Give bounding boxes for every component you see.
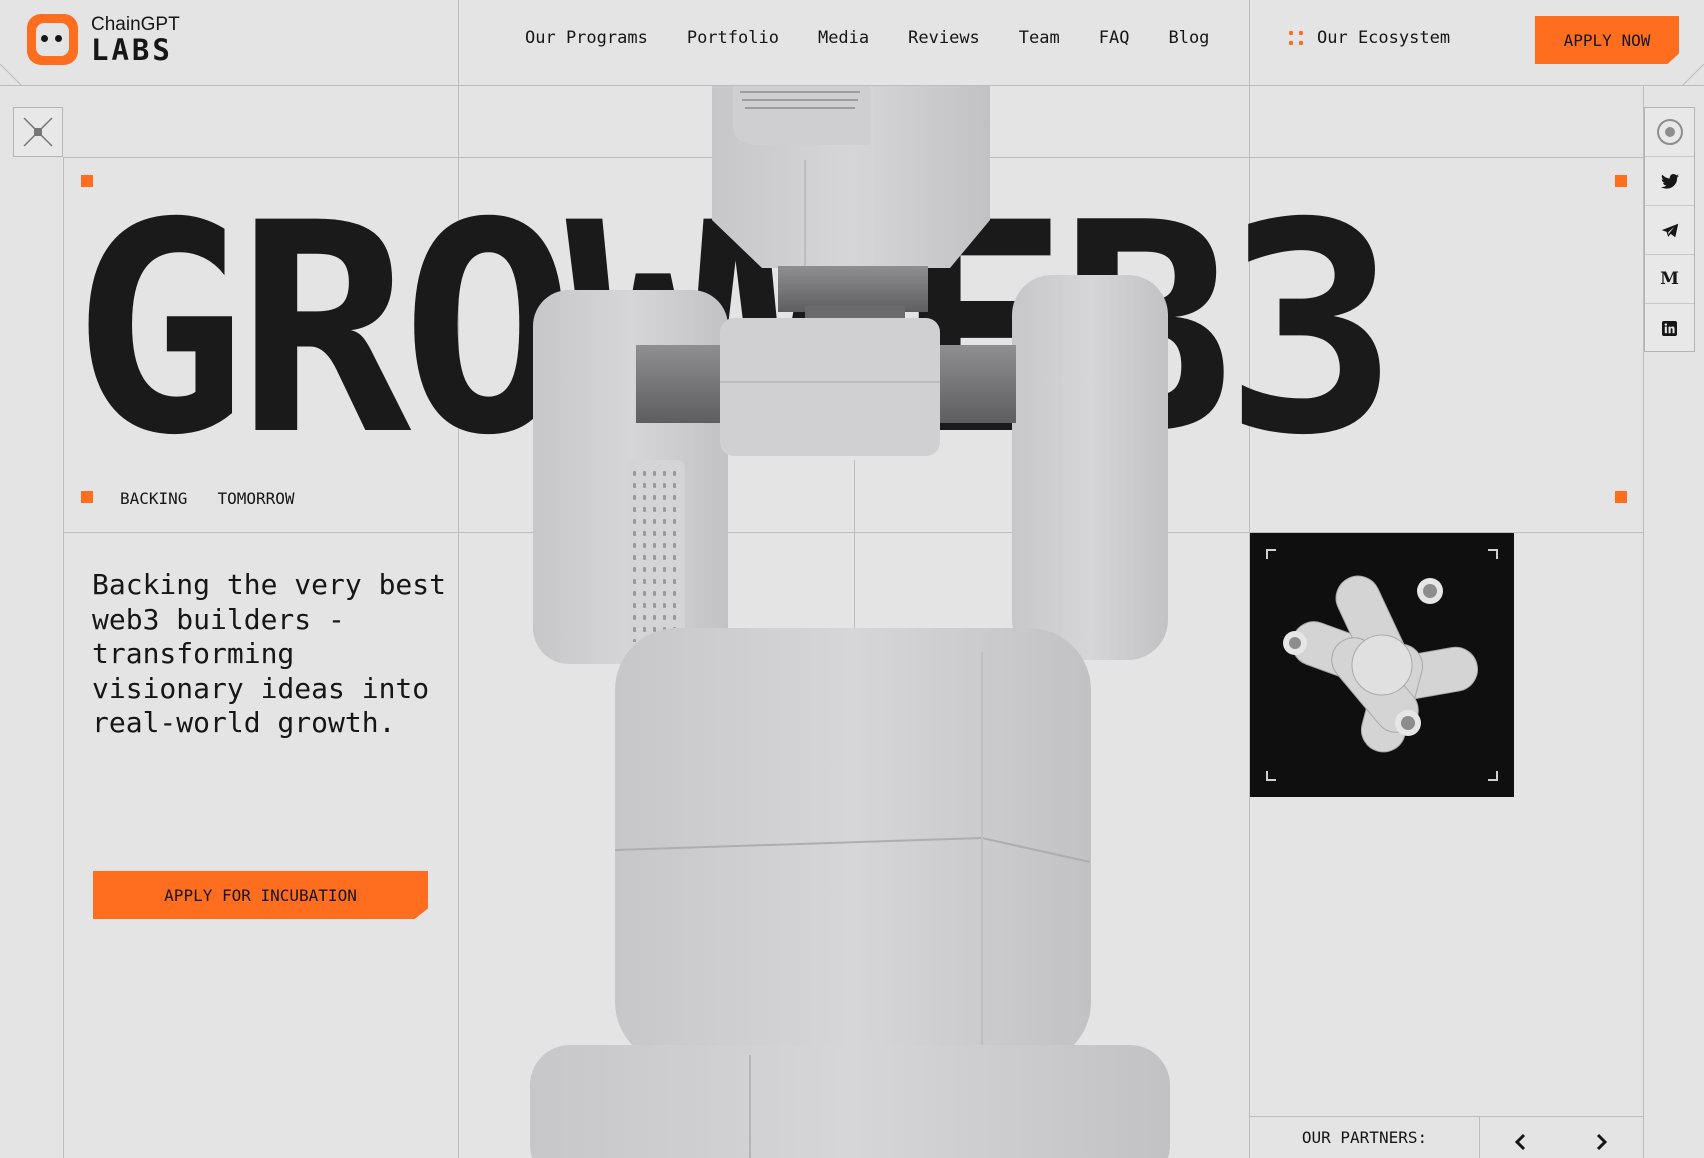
twitter-link[interactable] xyxy=(1645,157,1694,206)
corner-marker xyxy=(1615,175,1627,187)
telegram-link[interactable] xyxy=(1645,206,1694,255)
logo-mark-icon xyxy=(27,14,78,65)
hero-big-word: GROWWEB3 xyxy=(72,162,1399,499)
partners-label: OUR PARTNERS: xyxy=(1301,1128,1428,1147)
tagline-backing: BACKING xyxy=(120,489,188,508)
linkedin-link[interactable] xyxy=(1645,304,1694,353)
corner-bevel xyxy=(1681,63,1704,86)
jack-shape-icon xyxy=(1283,575,1478,753)
logo-name-bottom: LABS xyxy=(91,32,173,67)
grid-dots-icon xyxy=(1289,31,1303,45)
frame-corner xyxy=(1266,549,1276,559)
twitter-icon xyxy=(1660,173,1679,189)
frame-corner xyxy=(1488,549,1498,559)
nav-item-faq[interactable]: FAQ xyxy=(1099,28,1130,48)
frame-corner xyxy=(1266,771,1276,781)
nav-item-blog[interactable]: Blog xyxy=(1168,28,1209,48)
nav-item-media[interactable]: Media xyxy=(818,28,869,48)
medium-link[interactable]: M xyxy=(1645,255,1694,304)
apply-incubation-button[interactable]: APPLY FOR INCUBATION xyxy=(93,871,428,919)
close-menu-button[interactable] xyxy=(13,107,63,157)
telegram-icon xyxy=(1661,223,1678,237)
nav-item-team[interactable]: Team xyxy=(1019,28,1060,48)
corner-bevel xyxy=(0,63,23,86)
featured-3d-panel xyxy=(1250,533,1514,797)
chevron-right-icon xyxy=(1596,1133,1608,1151)
logo-name-top: ChainGPT xyxy=(91,13,180,35)
hero-tagline: BACKING TOMORROW xyxy=(120,489,295,508)
chevron-left-icon xyxy=(1514,1133,1526,1151)
frame-corner xyxy=(1488,771,1498,781)
header-divider xyxy=(0,85,1704,86)
grid-line xyxy=(63,157,64,1158)
ecosystem-link[interactable]: Our Ecosystem xyxy=(1289,28,1450,48)
logo[interactable]: ChainGPT LABS xyxy=(27,14,180,65)
target-button[interactable] xyxy=(1645,108,1694,157)
hero-description: Backing the very best web3 builders - tr… xyxy=(92,568,447,739)
main-nav: Our Programs Portfolio Media Reviews Tea… xyxy=(525,28,1209,48)
nav-item-portfolio[interactable]: Portfolio xyxy=(687,28,779,48)
partners-bar: OUR PARTNERS: xyxy=(1250,1116,1480,1158)
medium-icon: M xyxy=(1660,269,1679,289)
target-icon xyxy=(1656,119,1683,145)
nav-item-our-programs[interactable]: Our Programs xyxy=(525,28,648,48)
nav-item-reviews[interactable]: Reviews xyxy=(908,28,980,48)
partners-next-button[interactable] xyxy=(1590,1130,1614,1154)
apply-now-button[interactable]: APPLY NOW xyxy=(1535,16,1679,64)
social-sidebar: M xyxy=(1644,107,1695,352)
partners-prev-button[interactable] xyxy=(1508,1130,1532,1154)
close-icon xyxy=(23,117,53,147)
corner-marker xyxy=(1615,491,1627,503)
tagline-tomorrow: TOMORROW xyxy=(217,489,295,508)
grid-line xyxy=(63,157,1644,158)
ecosystem-label: Our Ecosystem xyxy=(1317,28,1451,48)
linkedin-icon xyxy=(1662,321,1677,336)
